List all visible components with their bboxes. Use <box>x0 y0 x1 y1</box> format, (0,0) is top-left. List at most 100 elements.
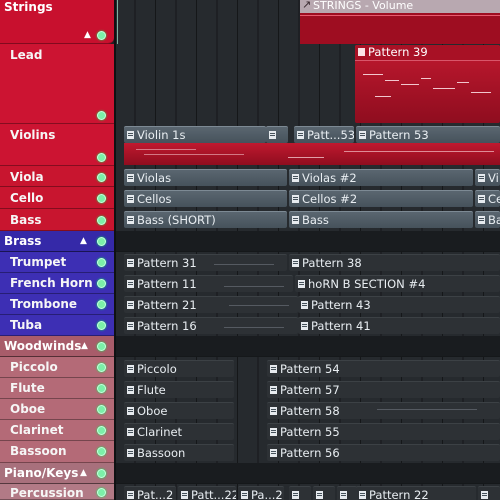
clip-clarinet-pattern-55[interactable]: Pattern 55 <box>267 423 500 440</box>
playhead-marker[interactable] <box>117 0 118 44</box>
track-enable-led-icon[interactable] <box>97 469 106 478</box>
pattern-icon <box>270 386 277 394</box>
woodwinds-group-lane[interactable] <box>114 336 500 357</box>
automation-clip-strings-volume[interactable]: ↗ STRINGS - Volume <box>300 0 500 44</box>
clip-viola-violas-2[interactable]: Violas #2 <box>289 169 473 186</box>
clip-bass-right[interactable]: Ba <box>475 211 500 228</box>
pattern-icon <box>127 174 134 182</box>
clip-horn-section-4[interactable]: hoRN B SECTION #4 <box>295 275 500 292</box>
clip-trombone-pattern-21[interactable]: Pattern 21 <box>124 296 298 313</box>
track-enable-led-icon[interactable] <box>97 363 106 372</box>
clip-percussion-a[interactable]: Pat...2 <box>124 486 176 500</box>
track-enable-led-icon[interactable] <box>97 384 106 393</box>
clip-flute[interactable]: Flute <box>124 381 234 398</box>
clip-cello-cellos-2[interactable]: Cellos #2 <box>289 190 473 207</box>
violins-note-strip[interactable] <box>124 143 500 165</box>
clip-viola-right[interactable]: Vi <box>475 169 500 186</box>
clip-violins-pattern-53b[interactable]: Pattern 53 <box>356 126 500 143</box>
pattern-icon <box>292 216 299 224</box>
collapse-arrow-icon[interactable]: ▲ <box>84 30 91 40</box>
clip-label: Pattern 21 <box>137 298 197 312</box>
clip-cello-cellos[interactable]: Cellos <box>124 190 287 207</box>
track-enable-led-icon[interactable] <box>97 194 106 203</box>
clip-bassoon[interactable]: Bassoon <box>124 444 234 461</box>
clip-violins-pattern-53a[interactable]: Patt...53 <box>294 126 354 143</box>
track-enable-led-icon[interactable] <box>97 279 106 288</box>
clip-trumpet-pattern-38[interactable]: Pattern 38 <box>289 254 500 271</box>
track-header-oboe[interactable]: Oboe <box>0 399 114 420</box>
clip-cello-right[interactable]: Ce <box>475 190 500 207</box>
clip-lead-pattern-39[interactable]: Pattern 39 <box>355 45 500 123</box>
group-header-brass[interactable]: Brass ▲ <box>0 231 114 252</box>
pattern-icon <box>270 365 277 373</box>
track-enable-led-icon[interactable] <box>97 173 106 182</box>
track-header-violins[interactable]: Violins <box>0 124 114 166</box>
clip-percussion-pattern-22[interactable]: Pattern 22 <box>356 486 476 500</box>
track-enable-led-icon[interactable] <box>97 342 106 351</box>
clip-horn-pattern-11[interactable]: Pattern 11 <box>124 275 293 292</box>
clip-oboe[interactable]: Oboe <box>124 402 234 419</box>
track-label-bass: Bass <box>10 213 42 227</box>
pattern-icon <box>127 301 134 309</box>
track-enable-led-icon[interactable] <box>97 258 106 267</box>
clip-piccolo-pattern-54[interactable]: Pattern 54 <box>267 360 500 377</box>
clip-label: Ba <box>488 213 500 227</box>
clip-clarinet[interactable]: Clarinet <box>124 423 234 440</box>
clip-percussion-small-3[interactable] <box>337 486 357 500</box>
track-header-viola[interactable]: Viola <box>0 166 114 187</box>
collapse-arrow-icon[interactable]: ▲ <box>80 468 87 478</box>
track-header-piccolo[interactable]: Piccolo <box>0 357 114 378</box>
clip-percussion-b[interactable]: Patt...22 <box>178 486 236 500</box>
track-enable-led-icon[interactable] <box>97 426 106 435</box>
track-enable-led-icon[interactable] <box>97 321 106 330</box>
collapse-arrow-icon[interactable]: ▲ <box>80 236 87 246</box>
clip-piccolo[interactable]: Piccolo <box>124 360 234 377</box>
clip-label: Patt...22 <box>191 488 236 500</box>
clip-tuba-pattern-41[interactable]: Pattern 41 <box>298 317 500 334</box>
group-header-strings[interactable]: Strings ▲ <box>0 0 114 44</box>
clip-violins-small[interactable] <box>266 126 288 143</box>
clip-label: Pa...2 <box>251 488 283 500</box>
clip-percussion-c[interactable]: Pa...2 <box>238 486 284 500</box>
track-header-tuba[interactable]: Tuba <box>0 315 114 336</box>
piano-keys-group-lane[interactable] <box>114 463 500 484</box>
clip-percussion-small-2[interactable] <box>313 486 335 500</box>
clip-trombone-pattern-43[interactable]: Pattern 43 <box>298 296 500 313</box>
track-enable-led-icon[interactable] <box>97 300 106 309</box>
clip-percussion-small-1[interactable] <box>289 486 311 500</box>
brass-group-lane[interactable] <box>114 231 500 252</box>
track-header-bassoon[interactable]: Bassoon <box>0 441 114 463</box>
track-header-cello[interactable]: Cello <box>0 187 114 209</box>
group-header-woodwinds[interactable]: Woodwinds ▲ <box>0 336 114 357</box>
track-enable-led-icon[interactable] <box>97 153 106 162</box>
clip-bass-bass[interactable]: Bass <box>289 211 473 228</box>
track-enable-led-icon[interactable] <box>97 111 106 120</box>
clip-flute-pattern-57[interactable]: Pattern 57 <box>267 381 500 398</box>
track-header-french-horn[interactable]: French Horn <box>0 273 114 294</box>
clip-violins-1s[interactable]: Violin 1s <box>124 126 266 143</box>
track-header-clarinet[interactable]: Clarinet <box>0 420 114 441</box>
clip-label: Pattern 16 <box>137 319 197 333</box>
pattern-icon <box>270 449 277 457</box>
track-header-percussion[interactable]: Percussion <box>0 484 114 500</box>
group-header-piano-keys[interactable]: Piano/Keys ▲ <box>0 463 114 484</box>
collapse-arrow-icon[interactable]: ▲ <box>81 341 88 351</box>
clip-bass-short[interactable]: Bass (SHORT) <box>124 211 287 228</box>
clip-trumpet-pattern-31[interactable]: Pattern 31 <box>124 254 287 271</box>
track-header-flute[interactable]: Flute <box>0 378 114 399</box>
track-enable-led-icon[interactable] <box>97 405 106 414</box>
clip-percussion-small-4[interactable] <box>478 486 500 500</box>
track-header-lead[interactable]: Lead <box>0 44 114 124</box>
track-enable-led-icon[interactable] <box>97 237 106 246</box>
track-header-trombone[interactable]: Trombone <box>0 294 114 315</box>
track-enable-led-icon[interactable] <box>97 31 106 40</box>
track-enable-led-icon[interactable] <box>97 488 106 497</box>
clip-oboe-pattern-58[interactable]: Pattern 58 <box>267 402 500 419</box>
track-enable-led-icon[interactable] <box>97 216 106 225</box>
clip-viola-violas[interactable]: Violas <box>124 169 287 186</box>
track-header-trumpet[interactable]: Trumpet <box>0 252 114 273</box>
clip-bassoon-pattern-56[interactable]: Pattern 56 <box>267 444 500 461</box>
track-header-bass[interactable]: Bass <box>0 209 114 231</box>
track-enable-led-icon[interactable] <box>97 447 106 456</box>
clip-tuba-pattern-16[interactable]: Pattern 16 <box>124 317 298 334</box>
